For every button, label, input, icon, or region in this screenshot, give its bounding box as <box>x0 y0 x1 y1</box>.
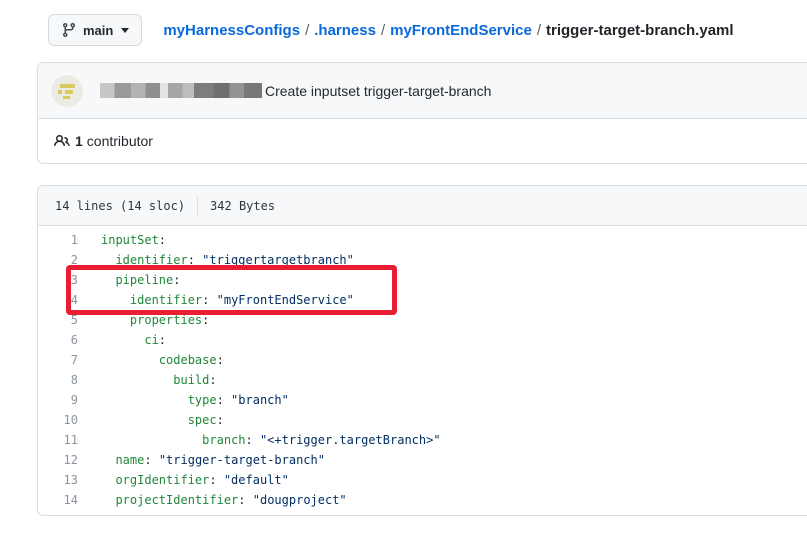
line-number[interactable]: 14 <box>38 490 78 510</box>
line-number[interactable]: 7 <box>38 350 78 370</box>
code-lines: 1inputSet:2 identifier: "triggertargetbr… <box>38 230 807 510</box>
code-line-content: properties: <box>78 310 209 330</box>
file-info-divider <box>197 197 198 215</box>
people-icon <box>54 133 70 149</box>
line-number[interactable]: 1 <box>38 230 78 250</box>
breadcrumb-separator: / <box>376 22 390 39</box>
breadcrumb-repo-link[interactable]: myHarnessConfigs <box>163 22 300 39</box>
branch-name: main <box>83 23 113 38</box>
code-line: 12 name: "trigger-target-branch" <box>38 450 807 470</box>
latest-commit-box: Create inputset trigger-target-branch 1 … <box>37 62 807 164</box>
contributor-count: 1 <box>75 133 83 149</box>
code-line: 11 branch: "<+trigger.targetBranch>" <box>38 430 807 450</box>
file-info-header: 14 lines (14 sloc) 342 Bytes <box>38 186 807 226</box>
breadcrumb-separator: / <box>532 22 546 39</box>
line-number[interactable]: 12 <box>38 450 78 470</box>
file-path-bar: main myHarnessConfigs/.harness/myFrontEn… <box>48 14 734 46</box>
commit-message-link[interactable]: Create inputset trigger-target-branch <box>265 83 491 99</box>
identicon-avatar <box>51 75 83 107</box>
line-number[interactable]: 13 <box>38 470 78 490</box>
code-line-content: inputSet: <box>78 230 166 250</box>
line-number[interactable]: 4 <box>38 290 78 310</box>
code-line-content: identifier: "triggertargetbranch" <box>78 250 354 270</box>
code-line: 13 orgIdentifier: "default" <box>38 470 807 490</box>
line-number[interactable]: 11 <box>38 430 78 450</box>
avatar[interactable] <box>51 75 83 107</box>
commit-author-redacted <box>100 83 262 98</box>
git-branch-icon <box>61 22 77 38</box>
code-line: 14 projectIdentifier: "dougproject" <box>38 490 807 510</box>
file-size-info: 342 Bytes <box>210 199 275 213</box>
line-number[interactable]: 2 <box>38 250 78 270</box>
code-line-content: projectIdentifier: "dougproject" <box>78 490 347 510</box>
code-line: 4 identifier: "myFrontEndService" <box>38 290 807 310</box>
code-line: 3 pipeline: <box>38 270 807 290</box>
code-line-content: type: "branch" <box>78 390 289 410</box>
code-line: 10 spec: <box>38 410 807 430</box>
breadcrumb-current-file: trigger-target-branch.yaml <box>546 22 734 39</box>
file-content-box: 14 lines (14 sloc) 342 Bytes 1inputSet:2… <box>37 185 807 516</box>
commit-header: Create inputset trigger-target-branch <box>38 63 807 119</box>
line-number[interactable]: 10 <box>38 410 78 430</box>
breadcrumb-separator: / <box>300 22 314 39</box>
code-line-content: codebase: <box>78 350 224 370</box>
code-line-content: spec: <box>78 410 224 430</box>
line-number[interactable]: 9 <box>38 390 78 410</box>
code-line-content: pipeline: <box>78 270 180 290</box>
code-line-content: branch: "<+trigger.targetBranch>" <box>78 430 441 450</box>
line-number[interactable]: 6 <box>38 330 78 350</box>
code-line-content: build: <box>78 370 217 390</box>
code-line: 7 codebase: <box>38 350 807 370</box>
file-lines-info: 14 lines (14 sloc) <box>55 199 185 213</box>
code-line: 2 identifier: "triggertargetbranch" <box>38 250 807 270</box>
chevron-down-icon <box>121 28 129 33</box>
code-line: 1inputSet: <box>38 230 807 250</box>
code-line: 6 ci: <box>38 330 807 350</box>
line-number[interactable]: 5 <box>38 310 78 330</box>
code-line-content: identifier: "myFrontEndService" <box>78 290 354 310</box>
line-number[interactable]: 8 <box>38 370 78 390</box>
code-line: 5 properties: <box>38 310 807 330</box>
branch-selector-button[interactable]: main <box>48 14 142 46</box>
code-viewer: 1inputSet:2 identifier: "triggertargetbr… <box>38 226 807 515</box>
breadcrumb-dir-link-service[interactable]: myFrontEndService <box>390 22 532 39</box>
code-line: 9 type: "branch" <box>38 390 807 410</box>
breadcrumb: myHarnessConfigs/.harness/myFrontEndServ… <box>163 22 733 39</box>
line-number[interactable]: 3 <box>38 270 78 290</box>
code-line-content: name: "trigger-target-branch" <box>78 450 325 470</box>
contributors-link[interactable]: 1 contributor <box>38 119 807 163</box>
code-line-content: ci: <box>78 330 166 350</box>
breadcrumb-dir-link-harness[interactable]: .harness <box>314 22 376 39</box>
code-line: 8 build: <box>38 370 807 390</box>
contributor-label: contributor <box>87 133 153 149</box>
code-line-content: orgIdentifier: "default" <box>78 470 289 490</box>
